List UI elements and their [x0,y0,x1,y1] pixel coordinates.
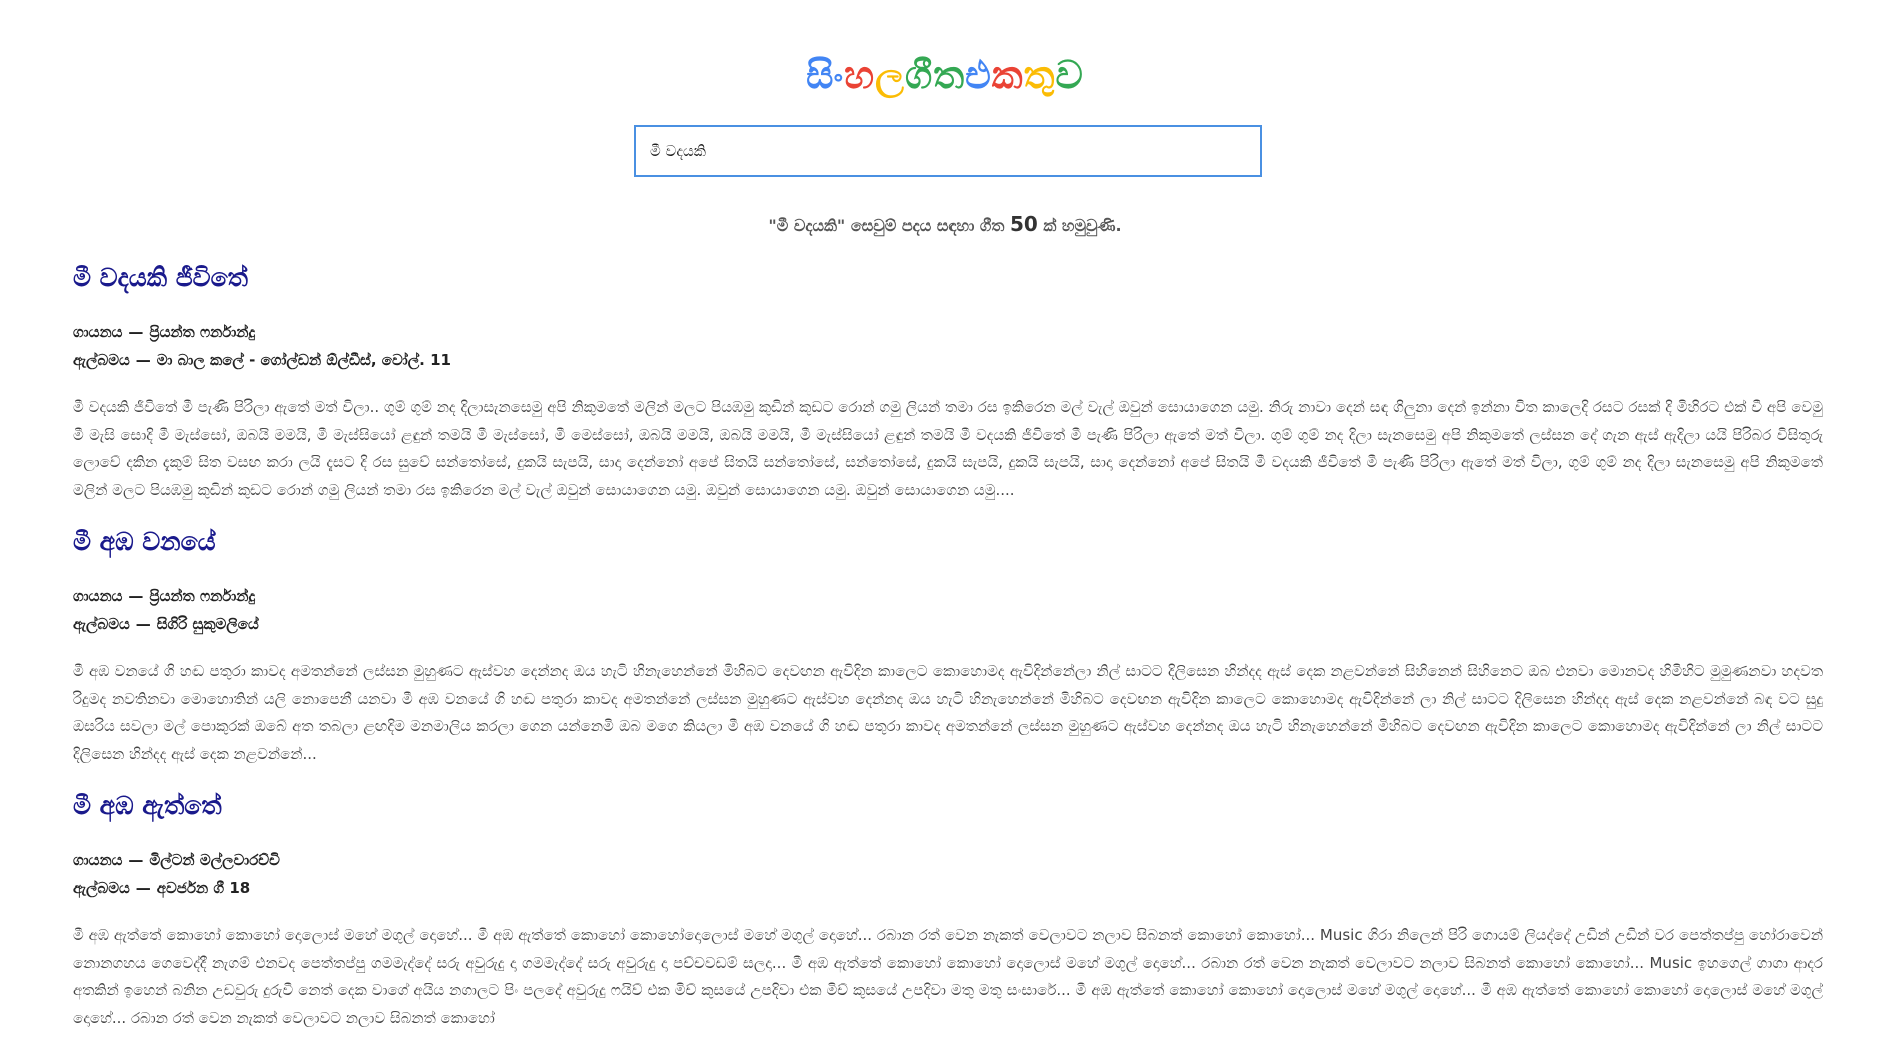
album-label: ඇල්බමය [73,879,130,897]
song-singer: ගායනය — ප්‍රියන්ත ෆර්නාන්දු [73,323,256,341]
results-list: මී වදයකි ජීවිතේ ගායනය — ප්‍රියන්ත ෆර්නාන්ද… [73,262,1823,1054]
logo-letter: සිං [806,52,845,97]
result-count-number: 50 [1009,212,1038,236]
result-summary-prefix: "මී වදයකි" සෙවුම් පදය සඳහා ගීත [768,216,1005,235]
singer-name[interactable]: ප්‍රියන්ත ෆර්නාන්දු [149,587,255,605]
singer-label: ගායනය [73,587,123,605]
song-result: මී වදයකි ජීවිතේ ගායනය — ප්‍රියන්ත ෆර්නාන්ද… [73,262,1823,504]
song-album: ඇල්බමය — අවර්ජන ගී 18 [73,879,251,897]
song-singer: ගායනය — මිල්ටන් මල්ලවාරච්චි [73,851,280,869]
singer-name[interactable]: ප්‍රියන්ත ෆර්නාන්දු [149,323,255,341]
logo-letter: එ [965,52,992,97]
song-album: ඇල්බමය — මා බාල කලේ - ගෝල්ඩන් ඕල්ඩීස්, වෝල… [73,351,451,369]
album-label: ඇල්බමය [73,615,130,633]
singer-label: ගායනය [73,851,123,869]
logo-letter: හ [844,52,876,97]
search-input[interactable] [634,125,1262,177]
logo-letter: තු [1023,52,1056,97]
song-title-link[interactable]: මී අඹ ඇත්තේ [73,790,1823,822]
logo-letter: ව [1055,52,1084,97]
singer-name[interactable]: මිල්ටන් මල්ලවාරච්චි [149,851,279,869]
album-name[interactable]: සිගිරි සුකුමලියේ [157,615,259,633]
logo-letter: ත [933,52,966,97]
result-summary-suffix: ක් හමුවුණි. [1043,216,1122,235]
song-lyrics-snippet: මී අඹ වනයේ ගි හඬ පතුරා කාවද අමතන්නේ ලස්ස… [73,662,1823,763]
singer-label: ගායනය [73,323,123,341]
logo-letter: ල [875,52,906,97]
site-logo[interactable]: සිංහල ගීත එකතුව [0,52,1890,98]
album-name[interactable]: මා බාල කලේ - ගෝල්ඩන් ඕල්ඩීස්, වෝල්. 11 [157,351,451,369]
song-lyrics-snippet: මී වදයකි ජීවිතේ මී පැණි පිරිලා ඇතේ මත් ව… [73,398,1823,499]
search-bar [634,125,1262,177]
song-title-link[interactable]: මී අඹ වනයේ [73,526,1823,558]
song-title-link[interactable]: මී වදයකි ජීවිතේ [73,262,1823,294]
logo-letter: ක [991,52,1024,97]
song-result: මී අඹ වනයේ ගායනය — ප්‍රියන්ත ෆර්නාන්දු ඇල්… [73,526,1823,768]
song-result: මී අඹ ඇත්තේ ගායනය — මිල්ටන් මල්ලවාරච්චි ඇල… [73,790,1823,1032]
album-label: ඇල්බමය [73,351,130,369]
song-lyrics-snippet: මී අඹ ඇත්තේ කොහෝ කොහෝ දොලොස් මහේ මගුල් ද… [73,926,1823,1027]
song-singer: ගායනය — ප්‍රියන්ත ෆර්නාන්දු [73,587,256,605]
album-name[interactable]: අවර්ජන ගී 18 [157,879,250,897]
result-summary: "මී වදයකි" සෙවුම් පදය සඳහා ගීත 50 ක් හමු… [0,212,1890,236]
song-album: ඇල්බමය — සිගිරි සුකුමලියේ [73,615,259,633]
logo-letter: ගී [905,52,934,97]
